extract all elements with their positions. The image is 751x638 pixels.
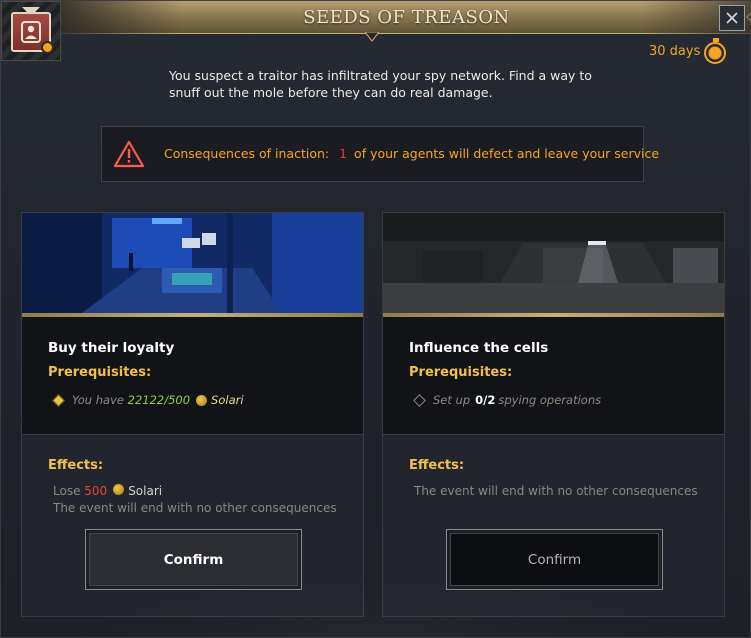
- confirm-button-influence-cells[interactable]: Confirm: [446, 529, 663, 590]
- prerequisite-currency: Solari: [211, 393, 244, 407]
- option-illustration: [383, 213, 724, 313]
- effect-note: The event will end with no other consequ…: [414, 484, 698, 498]
- prerequisite-row: You have 22122/500 Solari: [52, 393, 244, 407]
- effect-note: The event will end with no other consequ…: [53, 501, 337, 515]
- consequence-banner: Consequences of inaction: 1 of your agen…: [101, 126, 659, 182]
- option-title: Influence the cells: [409, 340, 549, 356]
- option-illustration: [22, 213, 363, 313]
- confirm-label: Confirm: [89, 533, 298, 586]
- prerequisite-prefix: You have: [72, 393, 124, 407]
- consequence-number: 1: [339, 146, 348, 161]
- option-card-buy-loyalty: Buy their loyalty Prerequisites: You hav…: [21, 212, 364, 617]
- prerequisite-row: Set up 0/2 spying operations: [413, 393, 602, 407]
- title-notch-icon: [365, 32, 379, 42]
- effect-cost-currency: Solari: [128, 484, 163, 498]
- event-title: SEEDS OF TREASON: [303, 7, 510, 28]
- close-icon: [726, 12, 738, 24]
- timer-label: 30 days: [649, 44, 701, 59]
- prerequisite-value: 0/2: [475, 393, 496, 407]
- solari-coin-icon: [113, 484, 125, 495]
- prerequisite-met-icon: [52, 393, 65, 407]
- effects-heading: Effects:: [409, 458, 465, 473]
- badge-status-icon: [41, 41, 54, 54]
- effect-cost-prefix: Lose: [53, 484, 81, 498]
- solari-coin-icon: [196, 394, 208, 406]
- option-title: Buy their loyalty: [48, 340, 175, 356]
- timer-icon: [704, 38, 726, 64]
- prerequisite-prefix: Set up: [433, 393, 471, 407]
- consequence-text: Consequences of inaction: 1 of your agen…: [164, 146, 659, 161]
- effects-heading: Effects:: [48, 458, 104, 473]
- event-window: SEEDS OF TREASON 30 days You suspect a t…: [0, 0, 751, 638]
- effect-cost-value: 500: [84, 484, 108, 498]
- option-card-influence-cells: Influence the cells Prerequisites: Set u…: [382, 212, 725, 617]
- prerequisite-suffix: spying operations: [498, 393, 602, 407]
- prerequisite-value: 22122/500: [127, 393, 191, 407]
- confirm-button-buy-loyalty[interactable]: Confirm: [85, 529, 302, 590]
- effect-cost: Lose 500 Solari: [53, 484, 162, 498]
- title-bar: SEEDS OF TREASON: [61, 0, 751, 34]
- consequence-label: Consequences of inaction:: [164, 146, 330, 161]
- close-button[interactable]: [719, 5, 745, 31]
- consequence-detail: of your agents will defect and leave you…: [354, 146, 660, 161]
- prerequisite-unmet-icon: [413, 393, 426, 407]
- event-description: You suspect a traitor has infiltrated yo…: [169, 68, 592, 100]
- event-badge: [1, 1, 61, 61]
- warning-icon: [113, 140, 145, 168]
- prerequisites-heading: Prerequisites:: [409, 365, 513, 380]
- confirm-label: Confirm: [450, 533, 659, 586]
- prerequisites-heading: Prerequisites:: [48, 365, 152, 380]
